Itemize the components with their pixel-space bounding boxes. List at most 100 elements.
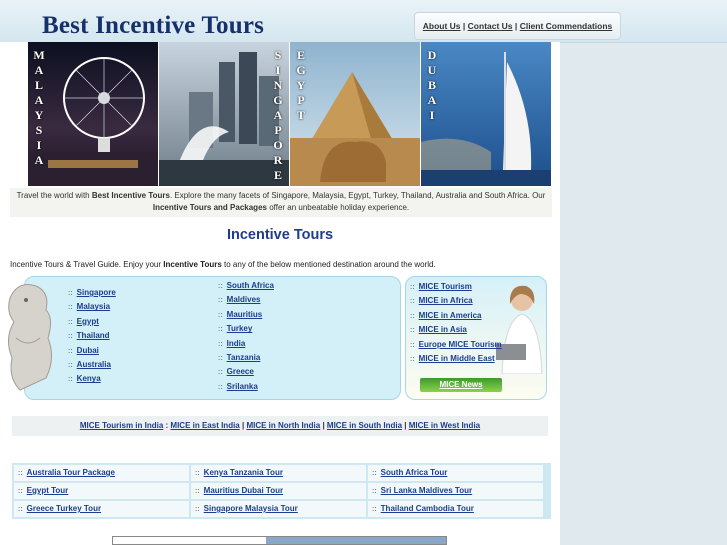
intro-text-part: Travel the world with [16,191,92,200]
package-cell: :: Mauritius Dubai Tour [191,483,366,499]
top-nav: About Us | Contact Us | Client Commendat… [414,12,621,40]
mice-tourism-link[interactable]: MICE Tourism [419,282,472,291]
singapore-label: SINGAPORE [273,48,283,182]
sri-lanka-maldives-tour-link[interactable]: Sri Lanka Maldives Tour [381,486,472,495]
list-item: :: MICE in America [410,310,482,320]
list-item: :: Singapore [68,288,116,297]
list-item: :: Egypt [68,316,99,326]
package-cell: :: Greece Turkey Tour [14,501,189,517]
mauritius-dubai-tour-link[interactable]: Mauritius Dubai Tour [204,486,283,495]
mice-in-middle-east-link[interactable]: MICE in Middle East [419,354,495,363]
list-item: :: MICE in Africa [410,296,473,306]
intro-bold-packages: Incentive Tours and Packages [152,203,267,212]
page-title: Incentive Tours [226,227,334,243]
egypt-image [290,42,420,186]
destination-banner: MALAYSIA SINGAPORE EGYPT D U B A I [28,42,551,186]
turkey-link[interactable]: Turkey [227,324,253,333]
mice-in-africa-link[interactable]: MICE in Africa [419,296,473,305]
south-africa-tour-link[interactable]: South Africa Tour [381,468,448,477]
package-row: :: Australia Tour Package :: Kenya Tanzani… [13,464,550,482]
mice-india-regions: MICE Tourism in India : MICE in East Ind… [12,416,548,436]
guide-text: Incentive Tours & Travel Guide. Enjoy yo… [10,260,436,269]
greece-turkey-tour-link[interactable]: Greece Turkey Tour [27,504,101,513]
package-cell: :: Singapore Malaysia Tour [191,501,366,517]
australia-tour-package-link[interactable]: Australia Tour Package [27,468,115,477]
singapore-link[interactable]: Singapore [77,288,116,297]
list-item: :: MICE Tourism [410,282,472,291]
malaysia-panel: MALAYSIA [28,42,158,186]
mice-tourism-india-link[interactable]: MICE Tourism in India [80,421,163,430]
list-item: :: Turkey [218,324,253,334]
dubai-image [421,42,551,186]
intro-bold-brand: Best Incentive Tours [91,191,170,200]
list-item: :: Dubai [68,345,99,355]
list-item: :: Malaysia [68,302,111,312]
greece-link[interactable]: Greece [227,367,254,376]
egypt-tour-link[interactable]: Egypt Tour [27,486,69,495]
mice-in-asia-link[interactable]: MICE in Asia [419,325,467,334]
mice-list: :: MICE Tourism :: MICE in Africa :: MICE i… [410,280,502,366]
package-cell: :: Australia Tour Package [14,465,189,481]
srilanka-link[interactable]: Srilanka [227,382,258,391]
package-cell: :: Egypt Tour [14,483,189,499]
singapore-malaysia-tour-link[interactable]: Singapore Malaysia Tour [204,504,298,513]
mauritius-link[interactable]: Mauritius [227,310,263,319]
tanzania-link[interactable]: Tanzania [227,353,261,362]
region-separator: | [320,421,327,430]
singapore-image [159,42,289,186]
singapore-panel: SINGAPORE [159,42,289,186]
list-item: :: Thailand [68,331,110,341]
package-row: :: Egypt Tour :: Mauritius Dubai Tour :: Sr… [13,482,550,500]
about-us-link[interactable]: About Us [423,21,461,31]
list-item: :: Srilanka [218,381,258,391]
nav-separator: | [514,21,518,31]
destination-list-left: :: Singapore :: Malaysia :: Egypt :: Thailan… [68,286,116,387]
europe-mice-tourism-link[interactable]: Europe MICE Tourism [419,340,502,349]
malaysia-label: MALAYSIA [33,48,45,167]
mice-west-india-link[interactable]: MICE in West India [409,421,480,430]
dubai-panel: DUBAI [421,42,551,186]
malaysia-link[interactable]: Malaysia [77,302,110,311]
region-separator: | [402,421,409,430]
maldives-link[interactable]: Maldives [227,295,261,304]
mice-in-america-link[interactable]: MICE in America [419,311,482,320]
list-item: :: Tanzania [218,352,261,362]
egypt-link[interactable]: Egypt [77,317,99,326]
thailand-link[interactable]: Thailand [77,331,110,340]
mice-south-india-link[interactable]: MICE in South India [327,421,402,430]
merlion-image [8,284,52,391]
kenya-link[interactable]: Kenya [77,374,101,383]
mice-east-india-link[interactable]: MICE in East India [170,421,239,430]
list-item: :: MICE in Asia [410,325,467,335]
package-cell: :: Sri Lanka Maldives Tour [368,483,543,499]
mice-north-india-link[interactable]: MICE in North India [246,421,320,430]
mice-news-button[interactable]: MICE News [420,378,502,392]
intro-text-part: offer an unbeatable holiday experience. [266,203,410,212]
dubai-label: DUBAI [427,48,437,122]
list-item: :: Maldives [218,295,261,305]
intro-text: Travel the world with Best Incentive Tou… [10,188,552,217]
egypt-label: EGYPT [296,48,306,122]
egypt-panel: EGYPT [290,42,420,186]
tour-packages-grid: :: Australia Tour Package :: Kenya Tanzani… [12,463,551,519]
contact-us-link[interactable]: Contact Us [468,21,513,31]
list-item: :: Europe MICE Tourism [410,339,502,349]
client-commendations-link[interactable]: Client Commendations [520,21,613,31]
package-cell: :: Kenya Tanzania Tour [191,465,366,481]
package-row: :: Greece Turkey Tour :: Singapore Malaysi… [13,500,550,518]
list-item: :: South Africa [218,281,274,290]
list-item: :: Australia [68,359,111,369]
nav-separator: | [462,21,466,31]
guide-bold: Incentive Tours [163,260,222,269]
south-africa-link[interactable]: South Africa [227,281,274,290]
thailand-cambodia-tour-link[interactable]: Thailand Cambodia Tour [381,504,474,513]
australia-link[interactable]: Australia [77,360,111,369]
india-link[interactable]: India [227,339,246,348]
kenya-tanzania-tour-link[interactable]: Kenya Tanzania Tour [204,468,283,477]
malaysia-image [28,42,158,186]
list-item: :: India [218,338,246,348]
list-item: :: Mauritius [218,309,263,319]
dubai-link[interactable]: Dubai [77,346,99,355]
list-item: :: MICE in Middle East [410,353,495,363]
site-logo[interactable]: Best Incentive Tours [42,12,264,40]
